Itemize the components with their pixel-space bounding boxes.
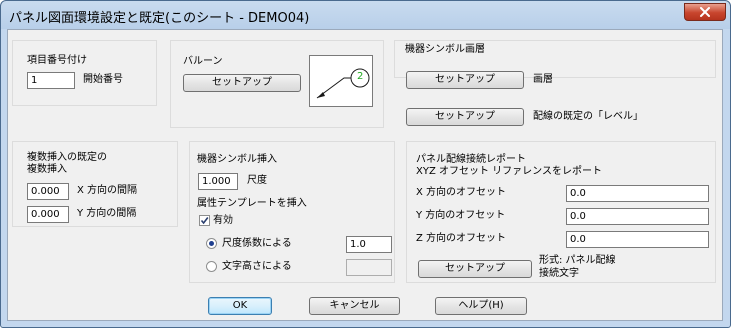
dialog-window: パネル図面環境設定と既定(このシート - DEMO04) 項目番号付け 1 開始… (0, 0, 731, 328)
balloon-heading: バルーン (183, 56, 223, 67)
format-setup-button[interactable]: セットアップ (418, 260, 532, 278)
wire-level-label: 配線の既定の「レベル」 (533, 111, 643, 122)
balloon-preview-number: 2 (357, 71, 364, 82)
scale-label: 尺度 (247, 175, 267, 186)
dialog-body: 項目番号付け 1 開始番号 バルーン セットアップ 2 機器シンボル画層 セット… (7, 29, 723, 321)
multi-insert-heading-1: 複数挿入の既定の (27, 152, 107, 163)
title-bar[interactable]: パネル図面環境設定と既定(このシート - DEMO04) (1, 1, 730, 28)
device-insert-group: 機器シンボル挿入 1.000 尺度 属性テンプレートを挿入 有効 尺度係数による… (189, 141, 395, 283)
z-offset-field[interactable]: 0.0 (566, 231, 709, 248)
y-spacing-label: Y 方向の間隔 (77, 208, 137, 219)
format-label-1: 形式: パネル配線 (539, 255, 616, 266)
item-number-group: 項目番号付け 1 開始番号 (12, 40, 157, 106)
scale-factor-label: 尺度係数による (222, 238, 292, 249)
close-button[interactable] (684, 3, 726, 21)
help-button[interactable]: ヘルプ(H) (435, 297, 527, 315)
z-offset-label: Z 方向のオフセット (416, 233, 507, 244)
wire-report-heading-2: XYZ オフセット リファレンスをレポート (416, 166, 602, 177)
text-height-radio[interactable] (206, 261, 217, 272)
start-number-label: 開始番号 (83, 74, 123, 85)
close-icon (700, 7, 710, 17)
y-spacing-field[interactable]: 0.000 (27, 206, 69, 223)
multi-insert-heading-2: 複数挿入 (27, 164, 67, 175)
scale-factor-radio[interactable] (206, 238, 217, 249)
scale-field[interactable]: 1.000 (198, 173, 238, 190)
check-icon (200, 217, 209, 225)
y-offset-field[interactable]: 0.0 (566, 208, 709, 225)
attr-template-heading: 属性テンプレートを挿入 (197, 198, 307, 209)
x-offset-field[interactable]: 0.0 (566, 185, 709, 202)
ok-button[interactable]: OK (208, 297, 272, 315)
enabled-checkbox[interactable] (199, 215, 210, 226)
text-height-label: 文字高さによる (222, 261, 292, 272)
balloon-setup-button[interactable]: セットアップ (183, 74, 301, 92)
balloon-preview: 2 (309, 55, 373, 107)
layer-setup-button[interactable]: セットアップ (406, 71, 524, 89)
start-number-field[interactable]: 1 (27, 72, 75, 89)
text-height-field[interactable] (346, 259, 392, 276)
wire-report-heading-1: パネル配線接続レポート (416, 154, 526, 165)
x-spacing-label: X 方向の間隔 (77, 185, 138, 196)
window-title: パネル図面環境設定と既定(このシート - DEMO04) (9, 11, 310, 26)
device-layer-heading: 機器シンボル画層 (405, 44, 485, 55)
x-offset-label: X 方向のオフセット (416, 187, 507, 198)
balloon-group: バルーン セットアップ 2 (170, 40, 384, 128)
cancel-button[interactable]: キャンセル (309, 297, 400, 315)
wire-report-group: パネル配線接続レポート XYZ オフセット リファレンスをレポート X 方向のオ… (406, 141, 716, 283)
x-spacing-field[interactable]: 0.000 (27, 183, 69, 200)
device-insert-heading: 機器シンボル挿入 (197, 154, 277, 165)
layer-label: 画層 (533, 74, 553, 85)
enabled-label: 有効 (213, 215, 233, 226)
format-label-2: 接続文字 (539, 268, 579, 279)
wire-setup-button[interactable]: セットアップ (406, 108, 524, 126)
item-number-heading: 項目番号付け (27, 55, 87, 66)
y-offset-label: Y 方向のオフセット (416, 210, 506, 221)
scale-factor-field[interactable]: 1.0 (346, 236, 392, 253)
multi-insert-group: 複数挿入の既定の 複数挿入 0.000 X 方向の間隔 0.000 Y 方向の間… (12, 141, 178, 227)
